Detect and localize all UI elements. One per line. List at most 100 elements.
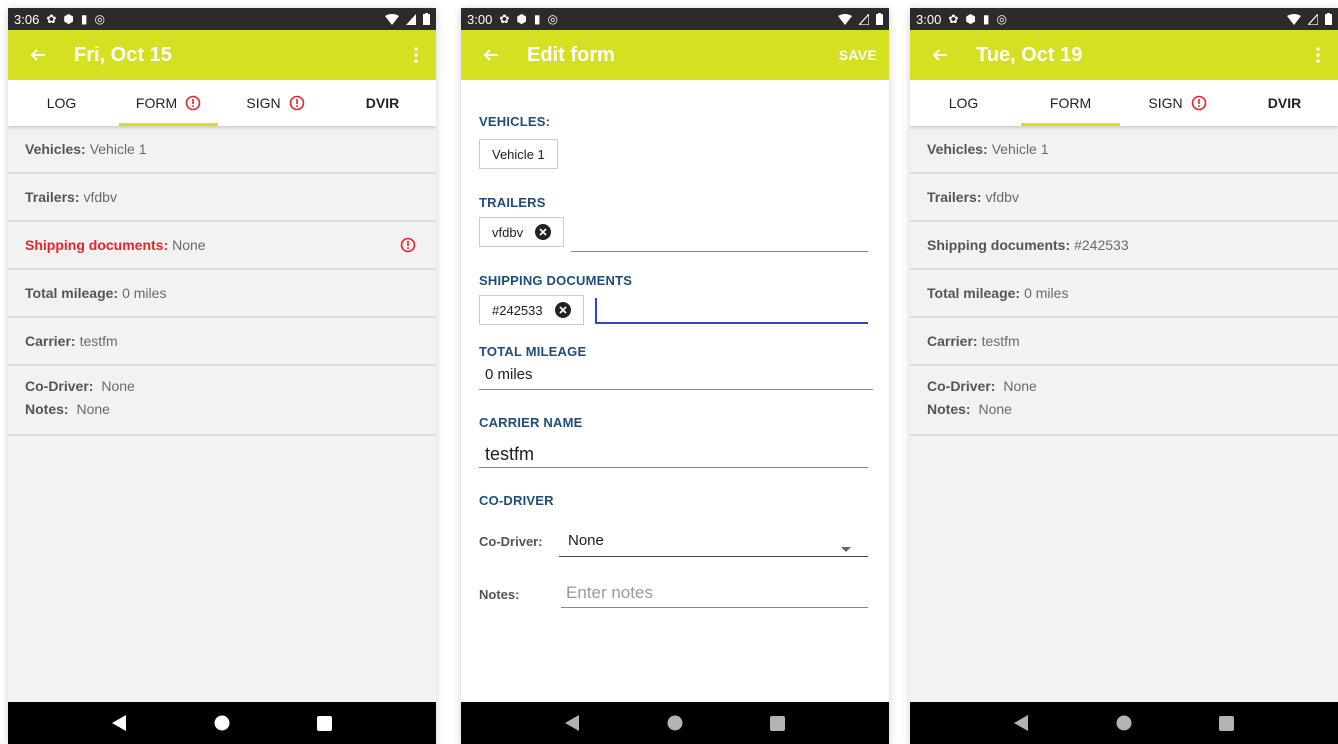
trailers-input[interactable]	[571, 251, 868, 252]
trailers-value: vfdbv	[985, 189, 1019, 205]
total-mileage-label: Total mileage:	[25, 285, 119, 301]
carrier-row[interactable]: Carrier: testfm	[8, 318, 436, 366]
nav-home-button[interactable]	[202, 703, 242, 743]
codriver-label: Co-Driver:	[25, 378, 94, 394]
vehicles-row[interactable]: Vehicles: Vehicle 1	[8, 126, 436, 174]
trailers-row[interactable]: Trailers: vfdbv	[910, 174, 1338, 222]
sync-icon: ◎	[996, 12, 1007, 26]
status-time: 3:00	[916, 11, 942, 27]
battery-icon	[1325, 13, 1332, 25]
shield-icon: ⬢	[63, 12, 74, 26]
trailers-row[interactable]: Trailers: vfdbv	[8, 174, 436, 222]
settings-icon: ✿	[948, 12, 959, 26]
tab-sign[interactable]: SIGN	[222, 80, 329, 126]
page-title: Edit form	[527, 43, 615, 66]
trailers-section-label: TRAILERS	[479, 195, 546, 210]
trailers-label: Trailers:	[927, 189, 982, 205]
arrow-left-icon	[932, 49, 947, 61]
trailer-chip[interactable]: vfdbv	[479, 217, 565, 247]
vehicles-value: Vehicle 1	[991, 141, 1049, 157]
total-mileage-row[interactable]: Total mileage: 0 miles	[910, 270, 1338, 318]
total-mileage-label: Total mileage:	[927, 285, 1021, 301]
overflow-menu-button[interactable]	[1298, 30, 1338, 80]
nav-back-button[interactable]	[99, 703, 139, 743]
total-mileage-value: 0 miles	[1024, 285, 1069, 301]
overflow-menu-button[interactable]	[396, 30, 436, 80]
square-recents-icon	[770, 715, 786, 731]
carrier-label: Carrier:	[927, 333, 978, 349]
codriver-notes-row[interactable]: Co-Driver: None Notes: None	[8, 366, 436, 436]
more-vert-icon	[1316, 47, 1320, 63]
shipping-documents-value: #242533	[1074, 237, 1129, 253]
codriver-notes-row[interactable]: Co-Driver: None Notes: None	[910, 366, 1338, 436]
nav-back-button[interactable]	[552, 703, 592, 743]
tab-log[interactable]: LOG	[8, 80, 115, 126]
shipping-document-chip[interactable]: #242533	[479, 295, 584, 325]
shield-icon: ⬢	[516, 12, 527, 26]
nav-recents-button[interactable]	[305, 703, 345, 743]
more-vert-icon	[414, 47, 418, 63]
system-nav-bar	[8, 702, 436, 744]
triangle-back-icon	[1014, 715, 1029, 731]
total-mileage-row[interactable]: Total mileage: 0 miles	[8, 270, 436, 318]
total-mileage-input[interactable]	[479, 389, 873, 390]
total-mileage-section-label: TOTAL MILEAGE	[479, 344, 587, 359]
app-bar: Tue, Oct 19	[910, 30, 1338, 80]
carrier-value: testfm	[79, 333, 118, 349]
codriver-label: Co-Driver:	[927, 378, 996, 394]
codriver-select-value: None	[568, 532, 604, 549]
tab-sign[interactable]: SIGN	[1124, 80, 1231, 126]
vehicle-chip[interactable]: Vehicle 1	[479, 139, 558, 169]
signal-icon	[406, 13, 416, 25]
shipping-documents-label: Shipping documents:	[927, 237, 1071, 253]
nav-back-button[interactable]	[1001, 703, 1041, 743]
notes-input[interactable]: Enter notes	[566, 583, 653, 603]
notes-label: Notes:	[479, 587, 520, 602]
tab-dvir[interactable]: DVIR	[329, 80, 436, 126]
sd-card-icon: ▮	[982, 12, 990, 26]
carrier-name-input[interactable]	[479, 467, 868, 468]
tab-dvir-label: DVIR	[365, 95, 400, 111]
nav-recents-button[interactable]	[758, 703, 798, 743]
vehicles-row[interactable]: Vehicles: Vehicle 1	[910, 126, 1338, 174]
codriver-select[interactable]	[559, 556, 868, 557]
back-button[interactable]	[8, 30, 54, 80]
nav-recents-button[interactable]	[1207, 703, 1247, 743]
remove-shipping-document-button[interactable]	[554, 302, 571, 318]
text-cursor	[595, 298, 597, 322]
carrier-row[interactable]: Carrier: testfm	[910, 318, 1338, 366]
vehicles-label: Vehicles:	[25, 141, 86, 157]
back-button[interactable]	[910, 30, 956, 80]
phone-screen-fri-oct-15: 3:06 ✿ ⬢ ▮ ◎ Fri, Oct 15 LOG FORM SIGN D…	[8, 8, 436, 744]
vehicles-label: Vehicles:	[927, 141, 988, 157]
codriver-line: Co-Driver: None	[25, 378, 135, 394]
shipping-documents-row[interactable]: Shipping documents: #242533	[910, 222, 1338, 270]
status-bar: 3:06 ✿ ⬢ ▮ ◎	[8, 8, 436, 30]
alert-circle-icon	[400, 237, 416, 256]
carrier-name-value: testfm	[485, 444, 535, 464]
remove-trailer-button[interactable]	[535, 224, 552, 240]
close-circle-icon	[535, 224, 552, 240]
shipping-documents-input[interactable]	[595, 322, 868, 324]
carrier-value: testfm	[981, 333, 1020, 349]
carrier-label: Carrier:	[25, 333, 76, 349]
shipping-documents-section-label: SHIPPING DOCUMENTS	[479, 273, 633, 288]
settings-icon: ✿	[499, 12, 510, 26]
system-nav-bar	[461, 702, 889, 744]
notes-value: None	[978, 401, 1012, 417]
shipping-documents-row[interactable]: Shipping documents: None	[8, 222, 436, 270]
nav-home-button[interactable]	[1104, 703, 1144, 743]
form-summary-list: Vehicles: Vehicle 1 Trailers: vfdbv Ship…	[8, 126, 436, 702]
tab-sign-label: SIGN	[246, 95, 281, 111]
trailers-value: vfdbv	[83, 189, 117, 205]
save-button[interactable]: SAVE	[839, 47, 877, 63]
tab-form[interactable]: FORM	[115, 80, 222, 126]
tab-log[interactable]: LOG	[910, 80, 1017, 126]
back-button[interactable]	[461, 30, 507, 80]
status-time: 3:06	[14, 11, 40, 27]
tab-dvir[interactable]: DVIR	[1231, 80, 1338, 126]
nav-home-button[interactable]	[655, 703, 695, 743]
alert-circle-icon	[1191, 95, 1207, 111]
battery-icon	[423, 13, 430, 25]
tab-form[interactable]: FORM	[1017, 80, 1124, 126]
